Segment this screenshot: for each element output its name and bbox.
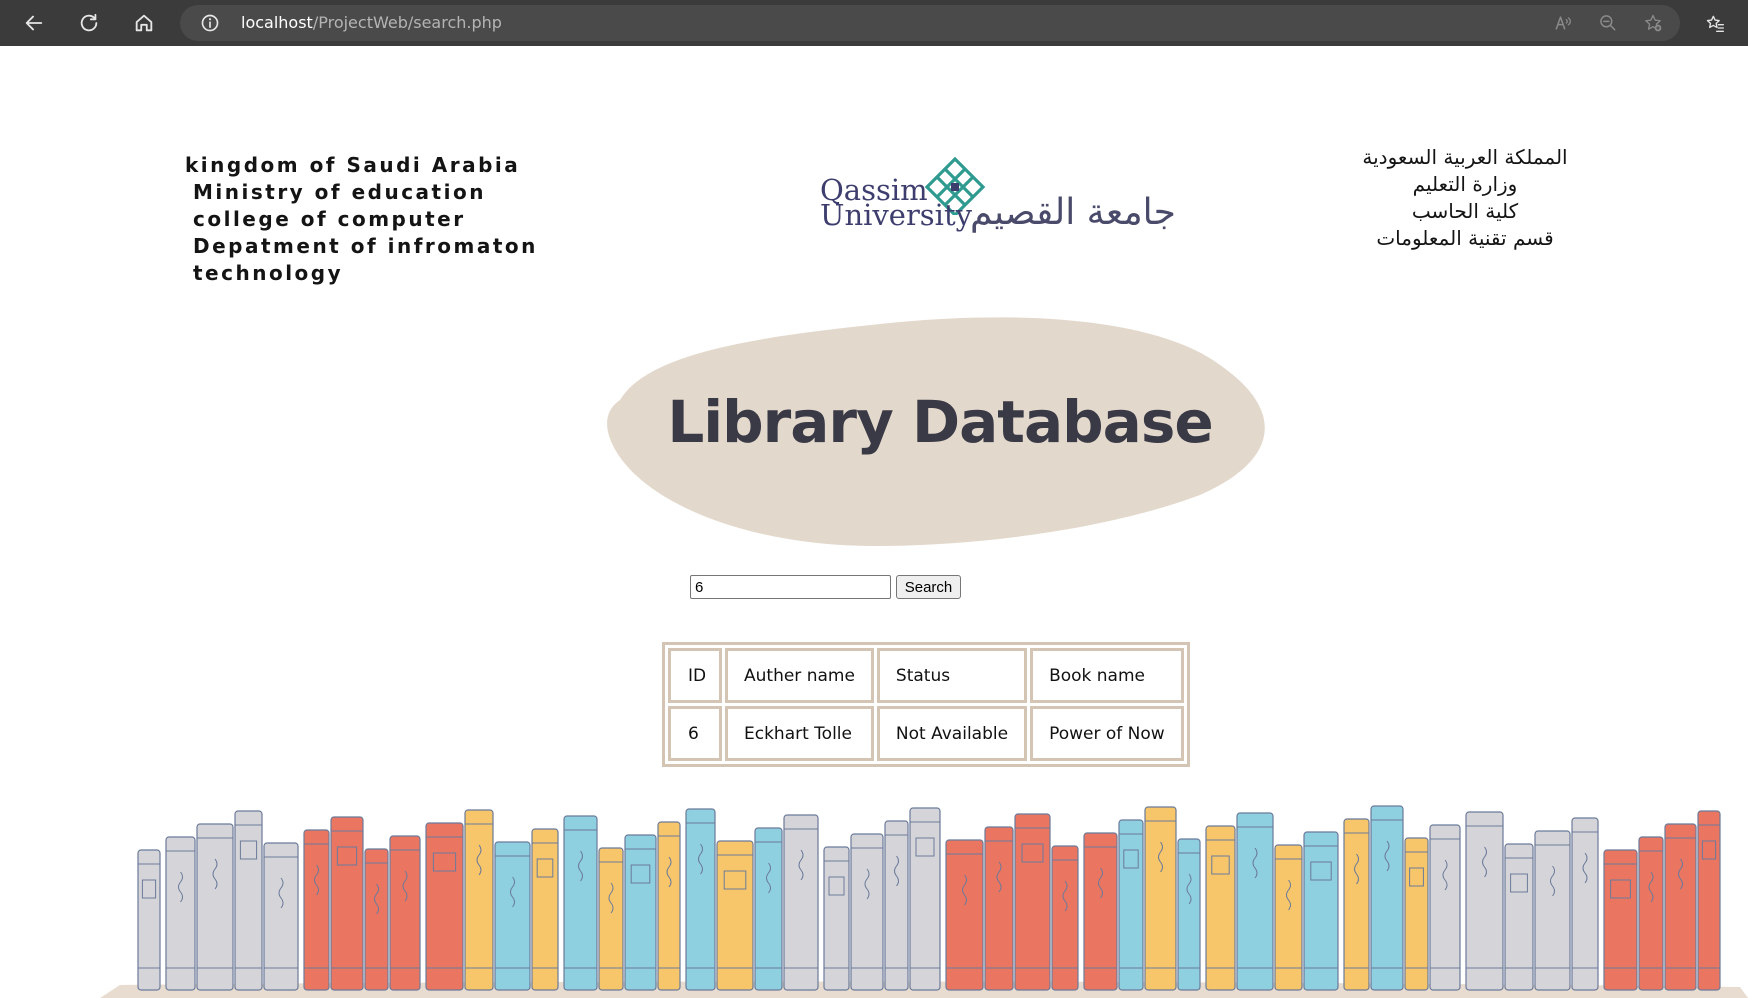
book-spine — [984, 826, 1014, 991]
book-spine — [1504, 843, 1534, 991]
book-spine — [1236, 812, 1274, 991]
cell-author: Eckhart Tolle — [725, 706, 874, 761]
book-spine — [1638, 836, 1664, 991]
book-spine — [1465, 811, 1504, 991]
book-spine — [330, 816, 364, 991]
book-spine — [850, 833, 884, 991]
header-arabic: المملكة العربية السعودية وزارة التعليم ك… — [1330, 144, 1600, 252]
book-spine — [823, 846, 850, 991]
book-spine — [263, 842, 299, 991]
book-spine — [624, 834, 657, 991]
book-spine — [1429, 824, 1461, 991]
back-button[interactable] — [17, 6, 51, 40]
address-bar[interactable]: localhost/ProjectWeb/search.php — [180, 5, 1680, 41]
cell-status: Not Available — [876, 706, 1028, 761]
results-table: ID Auther name Status Book name 6 Eckhar… — [662, 642, 1190, 767]
site-info-icon[interactable] — [200, 13, 220, 33]
header-cell-status: Status — [876, 648, 1028, 703]
book-spine — [1303, 831, 1339, 991]
table-header-row: ID Auther name Status Book name — [668, 648, 1184, 703]
header-cell-author: Auther name — [725, 648, 874, 703]
book-spine — [196, 823, 234, 991]
header-ar-line-4: قسم تقنية المعلومات — [1376, 226, 1554, 250]
book-spine — [1697, 810, 1721, 991]
book-spine — [1177, 838, 1201, 991]
header-ar-line-2: وزارة التعليم — [1412, 172, 1518, 196]
cell-book: Power of Now — [1030, 706, 1184, 761]
book-spine — [234, 810, 263, 991]
book-spine — [1343, 818, 1370, 991]
header-line-department: Depatment of infromaton — [193, 234, 538, 258]
book-spine — [464, 809, 494, 991]
search-input[interactable] — [690, 575, 891, 599]
book-spine — [165, 836, 196, 991]
url-text[interactable]: localhost/ProjectWeb/search.php — [241, 13, 502, 32]
book-spine — [389, 835, 421, 991]
header-cell-book: Book name — [1030, 648, 1184, 703]
favorites-button[interactable] — [1702, 10, 1728, 36]
home-button[interactable] — [127, 6, 161, 40]
book-spine — [1370, 805, 1404, 991]
header-line-technology: technology — [193, 261, 344, 285]
bookshelf-illustration — [100, 805, 1748, 998]
book-spine — [685, 808, 716, 991]
header-cell-id: ID — [668, 648, 722, 703]
book-spine — [884, 820, 909, 991]
page-title: Library Database — [667, 388, 1213, 456]
book-spine — [1571, 817, 1599, 991]
book-spine — [425, 822, 464, 991]
book-spine — [1051, 845, 1079, 991]
header-ar-line-1: المملكة العربية السعودية — [1362, 145, 1568, 169]
search-button[interactable]: Search — [896, 575, 961, 599]
book-spine — [754, 827, 783, 991]
logo-arabic-text: جامعة القصيم — [970, 192, 1176, 233]
star-add-icon — [1645, 14, 1662, 32]
book-spine — [531, 828, 559, 991]
book-spine — [945, 839, 984, 991]
book-spine — [783, 814, 819, 991]
back-arrow-icon — [25, 15, 43, 31]
book-spine — [364, 848, 389, 991]
header-ar-line-3: كلية الحاسب — [1411, 199, 1519, 223]
university-logo: Qassim University جامعة القصيم — [820, 150, 1176, 250]
book-spine — [563, 815, 598, 991]
book-spine — [494, 841, 531, 991]
favorites-icon — [1706, 15, 1724, 32]
logo-latin-line2: University — [820, 198, 972, 232]
header-line-kingdom: kingdom of Saudi Arabia — [185, 153, 521, 177]
read-aloud-icon — [1555, 16, 1571, 30]
book-spine — [1205, 825, 1236, 991]
zoom-button[interactable] — [1595, 10, 1621, 36]
zoom-out-icon — [1600, 15, 1616, 31]
reload-icon — [80, 13, 98, 32]
book-spine — [1664, 823, 1697, 991]
browser-toolbar: localhost/ProjectWeb/search.php — [0, 0, 1748, 46]
cell-id: 6 — [668, 706, 722, 761]
table-row: 6 Eckhart Tolle Not Available Power of N… — [668, 706, 1184, 761]
book-spine — [716, 840, 754, 991]
logo-latin-text: Qassim University — [820, 176, 972, 232]
book-spine — [1603, 849, 1638, 991]
add-favorite-button[interactable] — [1640, 10, 1666, 36]
book-spine — [598, 847, 624, 991]
read-aloud-button[interactable] — [1550, 10, 1576, 36]
book-spine — [1274, 844, 1303, 991]
url-host: localhost — [241, 13, 313, 32]
header-line-ministry: Ministry of education — [193, 180, 486, 204]
url-path: /ProjectWeb/search.php — [312, 13, 502, 32]
book-spine — [1118, 819, 1144, 991]
reload-button[interactable] — [72, 6, 106, 40]
book-spine — [303, 829, 330, 991]
book-spine — [1404, 837, 1429, 991]
book-spine — [1534, 830, 1571, 991]
book-spine — [1083, 832, 1118, 991]
book-spine — [137, 849, 161, 991]
book-spine — [909, 807, 941, 991]
book-spine — [1144, 806, 1177, 991]
home-icon — [135, 14, 153, 32]
book-spine — [1014, 813, 1051, 991]
header-line-college: college of computer — [193, 207, 466, 231]
header-english: kingdom of Saudi Arabia Ministry of educ… — [185, 152, 538, 287]
book-spine — [657, 821, 681, 991]
